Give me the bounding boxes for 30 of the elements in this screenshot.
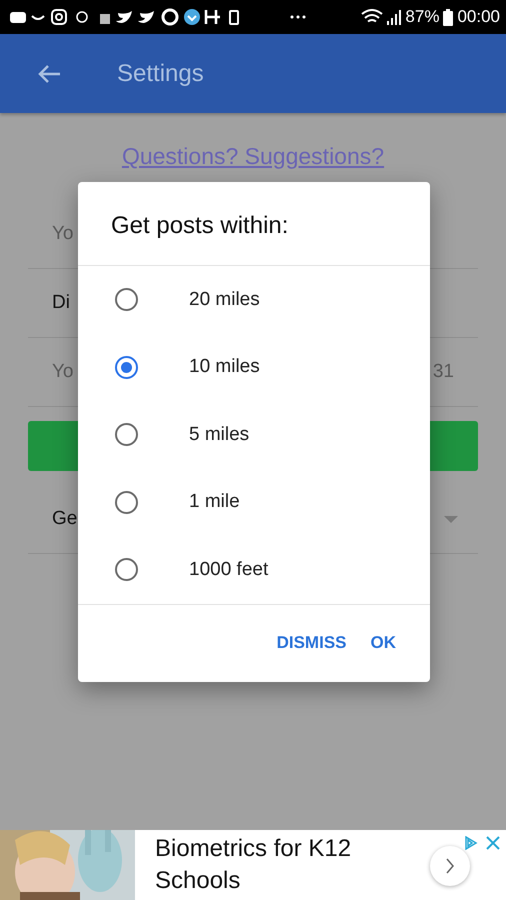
field-value: 31 (432, 361, 454, 383)
battery-icon (443, 8, 454, 26)
close-icon[interactable] (486, 836, 500, 850)
signal-icon (387, 9, 402, 25)
chevron-right-icon (445, 858, 455, 874)
ad-open-button[interactable] (430, 846, 470, 886)
radio-option[interactable]: 1000 feet (78, 536, 430, 604)
dropdown-label: Ge (52, 508, 78, 530)
radio-option[interactable]: 20 miles (78, 266, 430, 334)
ad-headline: Biometrics for K12 Schools (155, 834, 352, 896)
clock: 00:00 (457, 7, 500, 27)
wifi-icon (361, 9, 384, 25)
radio-button[interactable] (115, 423, 138, 446)
radio-option[interactable]: 1 mile (78, 468, 430, 536)
radio-option[interactable]: 10 miles (78, 334, 430, 401)
battery-percent: 87% (405, 7, 440, 27)
dismiss-button[interactable]: DISMISS (268, 625, 354, 662)
radio-button[interactable] (115, 356, 138, 379)
ad-banner[interactable]: Biometrics for K12 Schools (0, 830, 506, 900)
back-icon[interactable] (37, 64, 61, 84)
screen-title: Settings (117, 60, 204, 88)
radio-button[interactable] (115, 288, 138, 312)
radio-button[interactable] (115, 558, 138, 582)
dialog-title: Get posts within: (78, 182, 430, 266)
ad-choices-icon[interactable] (464, 836, 478, 850)
ok-button[interactable]: OK (362, 625, 404, 662)
setting-label: Di (52, 292, 70, 314)
radio-button[interactable] (115, 490, 138, 514)
radio-option[interactable]: 5 miles (78, 401, 430, 468)
more-icon (290, 15, 306, 19)
